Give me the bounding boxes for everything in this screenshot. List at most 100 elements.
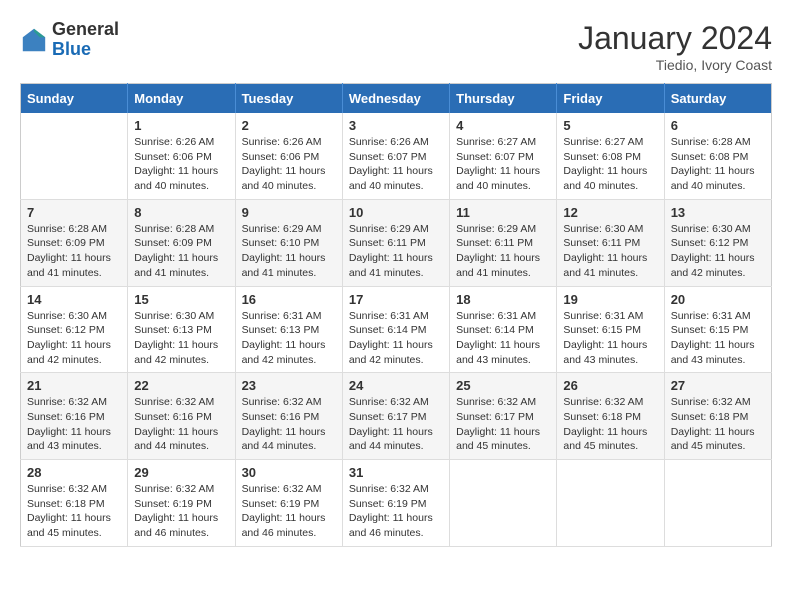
day-number: 10	[349, 205, 443, 220]
day-info: Sunrise: 6:31 AMSunset: 6:14 PMDaylight:…	[349, 309, 443, 368]
day-info: Sunrise: 6:26 AMSunset: 6:06 PMDaylight:…	[242, 135, 336, 194]
day-number: 26	[563, 378, 657, 393]
day-info: Sunrise: 6:31 AMSunset: 6:13 PMDaylight:…	[242, 309, 336, 368]
week-row-1: 1 Sunrise: 6:26 AMSunset: 6:06 PMDaylight…	[21, 113, 772, 199]
day-cell: 19Sunrise: 6:31 AMSunset: 6:15 PMDayligh…	[557, 286, 664, 373]
day-cell	[450, 460, 557, 547]
day-cell: 17 Sunrise: 6:31 AMSunset: 6:14 PMDayligh…	[342, 286, 449, 373]
header-day-tuesday: Tuesday	[235, 84, 342, 114]
day-info: Sunrise: 6:32 AMSunset: 6:18 PMDaylight:…	[671, 395, 765, 454]
day-cell: 7 Sunrise: 6:28 AMSunset: 6:09 PMDaylight…	[21, 199, 128, 286]
day-number: 29	[134, 465, 228, 480]
day-info: Sunrise: 6:26 AMSunset: 6:06 PMDaylight:…	[134, 135, 228, 194]
location-subtitle: Tiedio, Ivory Coast	[578, 57, 772, 73]
day-number: 6	[671, 118, 765, 133]
day-cell	[557, 460, 664, 547]
header-day-friday: Friday	[557, 84, 664, 114]
day-cell: 24 Sunrise: 6:32 AMSunset: 6:17 PMDayligh…	[342, 373, 449, 460]
day-cell	[21, 113, 128, 199]
day-number: 28	[27, 465, 121, 480]
day-number: 11	[456, 205, 550, 220]
day-number: 13	[671, 205, 765, 220]
day-cell: 16 Sunrise: 6:31 AMSunset: 6:13 PMDayligh…	[235, 286, 342, 373]
day-number: 16	[242, 292, 336, 307]
day-cell: 23Sunrise: 6:32 AMSunset: 6:16 PMDayligh…	[235, 373, 342, 460]
day-number: 21	[27, 378, 121, 393]
day-info: Sunrise: 6:26 AMSunset: 6:07 PMDaylight:…	[349, 135, 443, 194]
day-info: Sunrise: 6:31 AMSunset: 6:15 PMDaylight:…	[671, 309, 765, 368]
day-number: 7	[27, 205, 121, 220]
day-cell	[664, 460, 771, 547]
day-cell: 6 Sunrise: 6:28 AMSunset: 6:08 PMDaylight…	[664, 113, 771, 199]
day-info: Sunrise: 6:32 AMSunset: 6:19 PMDaylight:…	[242, 482, 336, 541]
day-info: Sunrise: 6:32 AMSunset: 6:17 PMDaylight:…	[456, 395, 550, 454]
week-row-5: 28 Sunrise: 6:32 AMSunset: 6:18 PMDayligh…	[21, 460, 772, 547]
logo-icon	[20, 26, 48, 54]
day-cell: 22 Sunrise: 6:32 AMSunset: 6:16 PMDayligh…	[128, 373, 235, 460]
day-cell: 3Sunrise: 6:26 AMSunset: 6:07 PMDaylight…	[342, 113, 449, 199]
logo-text: General Blue	[52, 20, 119, 60]
day-info: Sunrise: 6:29 AMSunset: 6:11 PMDaylight:…	[456, 222, 550, 281]
day-info: Sunrise: 6:30 AMSunset: 6:12 PMDaylight:…	[27, 309, 121, 368]
day-number: 15	[134, 292, 228, 307]
week-row-2: 7 Sunrise: 6:28 AMSunset: 6:09 PMDaylight…	[21, 199, 772, 286]
day-number: 25	[456, 378, 550, 393]
day-cell: 9Sunrise: 6:29 AMSunset: 6:10 PMDaylight…	[235, 199, 342, 286]
day-cell: 27 Sunrise: 6:32 AMSunset: 6:18 PMDayligh…	[664, 373, 771, 460]
calendar-table: SundayMondayTuesdayWednesdayThursdayFrid…	[20, 83, 772, 547]
header-day-monday: Monday	[128, 84, 235, 114]
day-number: 22	[134, 378, 228, 393]
day-info: Sunrise: 6:28 AMSunset: 6:09 PMDaylight:…	[134, 222, 228, 281]
day-cell: 20 Sunrise: 6:31 AMSunset: 6:15 PMDayligh…	[664, 286, 771, 373]
day-info: Sunrise: 6:29 AMSunset: 6:11 PMDaylight:…	[349, 222, 443, 281]
logo: General Blue	[20, 20, 119, 60]
day-number: 19	[563, 292, 657, 307]
day-cell: 30 Sunrise: 6:32 AMSunset: 6:19 PMDayligh…	[235, 460, 342, 547]
day-cell: 15Sunrise: 6:30 AMSunset: 6:13 PMDayligh…	[128, 286, 235, 373]
day-cell: 12Sunrise: 6:30 AMSunset: 6:11 PMDayligh…	[557, 199, 664, 286]
day-cell: 26 Sunrise: 6:32 AMSunset: 6:18 PMDayligh…	[557, 373, 664, 460]
logo-blue: Blue	[52, 40, 119, 60]
day-cell: 28 Sunrise: 6:32 AMSunset: 6:18 PMDayligh…	[21, 460, 128, 547]
day-number: 31	[349, 465, 443, 480]
day-number: 14	[27, 292, 121, 307]
day-number: 2	[242, 118, 336, 133]
day-info: Sunrise: 6:31 AMSunset: 6:14 PMDaylight:…	[456, 309, 550, 368]
day-number: 30	[242, 465, 336, 480]
day-cell: 21 Sunrise: 6:32 AMSunset: 6:16 PMDayligh…	[21, 373, 128, 460]
day-number: 12	[563, 205, 657, 220]
day-cell: 8Sunrise: 6:28 AMSunset: 6:09 PMDaylight…	[128, 199, 235, 286]
day-cell: 4 Sunrise: 6:27 AMSunset: 6:07 PMDaylight…	[450, 113, 557, 199]
day-info: Sunrise: 6:27 AMSunset: 6:07 PMDaylight:…	[456, 135, 550, 194]
day-info: Sunrise: 6:27 AMSunset: 6:08 PMDaylight:…	[563, 135, 657, 194]
day-info: Sunrise: 6:32 AMSunset: 6:16 PMDaylight:…	[242, 395, 336, 454]
day-number: 20	[671, 292, 765, 307]
day-number: 27	[671, 378, 765, 393]
header-day-thursday: Thursday	[450, 84, 557, 114]
day-cell: 2 Sunrise: 6:26 AMSunset: 6:06 PMDaylight…	[235, 113, 342, 199]
day-info: Sunrise: 6:32 AMSunset: 6:19 PMDaylight:…	[349, 482, 443, 541]
header-day-sunday: Sunday	[21, 84, 128, 114]
day-info: Sunrise: 6:28 AMSunset: 6:08 PMDaylight:…	[671, 135, 765, 194]
day-number: 24	[349, 378, 443, 393]
day-cell: 14 Sunrise: 6:30 AMSunset: 6:12 PMDayligh…	[21, 286, 128, 373]
day-info: Sunrise: 6:28 AMSunset: 6:09 PMDaylight:…	[27, 222, 121, 281]
header-day-saturday: Saturday	[664, 84, 771, 114]
day-number: 1	[134, 118, 228, 133]
day-info: Sunrise: 6:32 AMSunset: 6:16 PMDaylight:…	[27, 395, 121, 454]
day-info: Sunrise: 6:32 AMSunset: 6:17 PMDaylight:…	[349, 395, 443, 454]
day-info: Sunrise: 6:32 AMSunset: 6:18 PMDaylight:…	[563, 395, 657, 454]
day-info: Sunrise: 6:32 AMSunset: 6:18 PMDaylight:…	[27, 482, 121, 541]
day-cell: 29Sunrise: 6:32 AMSunset: 6:19 PMDayligh…	[128, 460, 235, 547]
day-number: 17	[349, 292, 443, 307]
month-year-title: January 2024	[578, 20, 772, 57]
week-row-3: 14 Sunrise: 6:30 AMSunset: 6:12 PMDayligh…	[21, 286, 772, 373]
page-header: General Blue January 2024 Tiedio, Ivory …	[20, 20, 772, 73]
day-info: Sunrise: 6:32 AMSunset: 6:16 PMDaylight:…	[134, 395, 228, 454]
day-cell: 18Sunrise: 6:31 AMSunset: 6:14 PMDayligh…	[450, 286, 557, 373]
day-cell: 1 Sunrise: 6:26 AMSunset: 6:06 PMDaylight…	[128, 113, 235, 199]
day-number: 4	[456, 118, 550, 133]
day-cell: 10 Sunrise: 6:29 AMSunset: 6:11 PMDayligh…	[342, 199, 449, 286]
day-info: Sunrise: 6:30 AMSunset: 6:12 PMDaylight:…	[671, 222, 765, 281]
day-cell: 25 Sunrise: 6:32 AMSunset: 6:17 PMDayligh…	[450, 373, 557, 460]
